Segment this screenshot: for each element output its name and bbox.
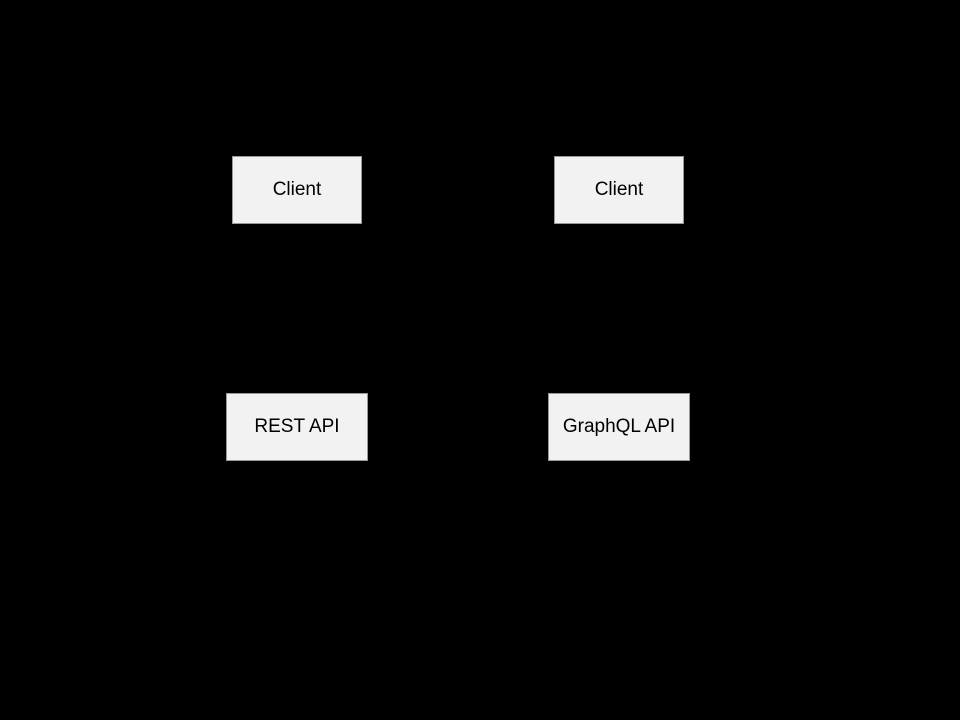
rest-api-label: REST API [254, 416, 339, 438]
rest-api-box: REST API [226, 393, 368, 461]
client-left-label: Client [273, 179, 322, 201]
client-box-left: Client [232, 156, 362, 224]
graphql-api-label: GraphQL API [563, 416, 675, 438]
graphql-api-box: GraphQL API [548, 393, 690, 461]
client-box-right: Client [554, 156, 684, 224]
client-right-label: Client [595, 179, 644, 201]
